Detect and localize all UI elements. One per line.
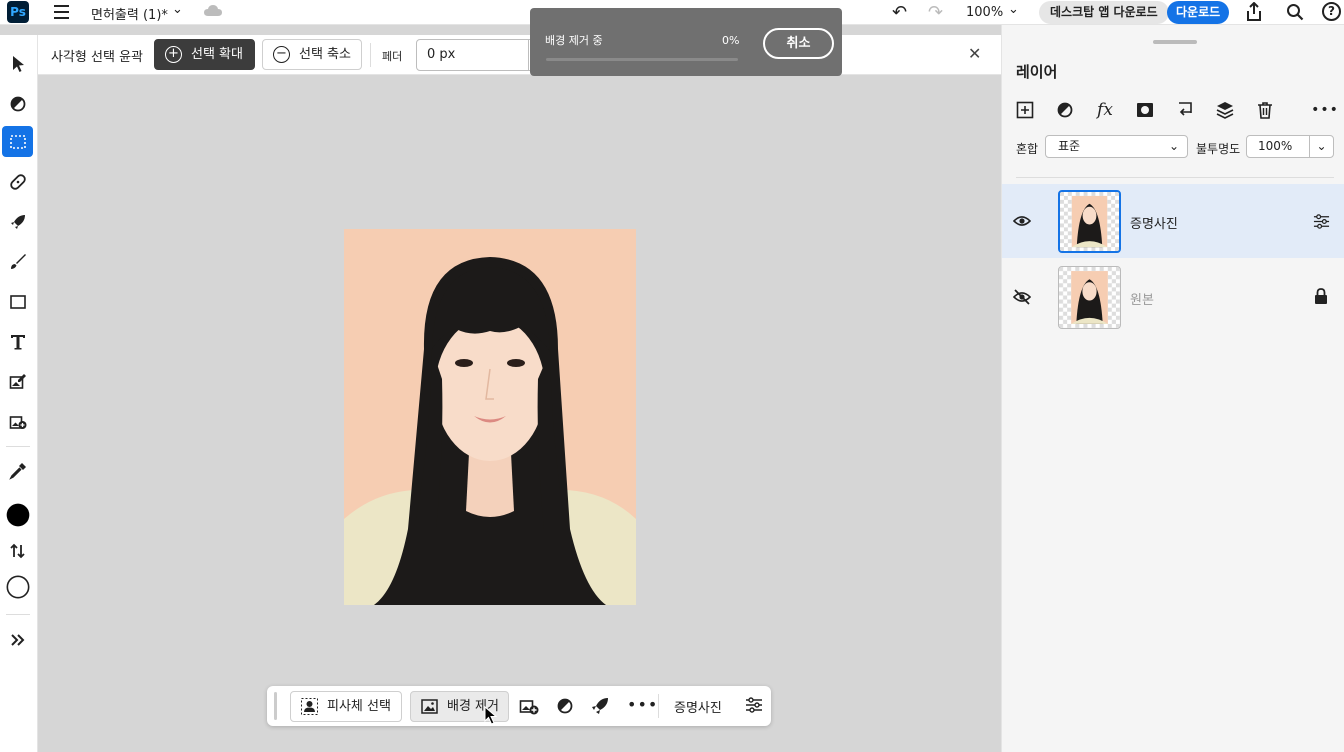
close-icon[interactable]: ✕ bbox=[968, 44, 981, 63]
clipping-mask-icon[interactable] bbox=[1174, 99, 1196, 121]
layers-panel: 레이어 fx ••• 혼합 표준 ⌄ 불투명도 100% ⌄ 증명사진 원본 bbox=[1001, 25, 1344, 752]
layer-row[interactable]: 원본 bbox=[1002, 260, 1344, 334]
select-subject-button[interactable]: 피사체 선택 bbox=[290, 691, 402, 722]
search-icon[interactable] bbox=[1286, 3, 1304, 21]
swap-colors-icon[interactable] bbox=[2, 535, 33, 566]
type-tool-icon[interactable] bbox=[2, 326, 33, 357]
zoom-level[interactable]: 100% bbox=[966, 5, 1003, 20]
healing-brush-icon[interactable] bbox=[2, 166, 33, 197]
eye-hidden-icon[interactable] bbox=[1013, 288, 1031, 306]
menu-icon[interactable] bbox=[54, 5, 69, 19]
redo-icon[interactable]: ↷ bbox=[928, 2, 943, 23]
progress-percent: 0% bbox=[722, 34, 740, 47]
layer-properties-icon[interactable] bbox=[1313, 213, 1330, 230]
opacity-dropdown-icon[interactable]: ⌄ bbox=[1309, 135, 1334, 158]
download-button[interactable]: 다운로드 bbox=[1167, 1, 1230, 24]
contract-selection-button[interactable]: − 선택 축소 bbox=[262, 39, 362, 70]
left-toolbar bbox=[0, 35, 38, 752]
move-tool-icon[interactable] bbox=[2, 48, 33, 79]
layer-thumbnail bbox=[1058, 190, 1121, 253]
lock-icon[interactable] bbox=[1314, 288, 1328, 304]
layer-name[interactable]: 원본 bbox=[1130, 289, 1154, 308]
layer-stack-icon[interactable] bbox=[1214, 99, 1236, 121]
adjustment-icon[interactable] bbox=[555, 696, 575, 716]
eye-icon[interactable] bbox=[1013, 212, 1031, 230]
toolbar-divider bbox=[6, 446, 30, 447]
share-icon[interactable] bbox=[1245, 2, 1263, 22]
active-layer-name[interactable]: 증명사진 bbox=[674, 697, 722, 716]
cancel-button[interactable]: 취소 bbox=[763, 28, 834, 59]
toolbar-divider bbox=[6, 614, 30, 615]
minus-circle-icon: − bbox=[273, 46, 290, 63]
foreground-color-swatch[interactable] bbox=[2, 499, 33, 530]
marquee-tool-icon[interactable] bbox=[2, 126, 33, 157]
brush-tool-icon[interactable] bbox=[2, 246, 33, 277]
panel-divider bbox=[1016, 177, 1334, 178]
more-options-icon[interactable]: ••• bbox=[627, 695, 658, 714]
layer-actions: fx ••• bbox=[1014, 99, 1338, 123]
quick-action-icon[interactable] bbox=[2, 206, 33, 237]
tool-name-label: 사각형 선택 윤곽 bbox=[51, 50, 143, 65]
adjustment-layer-icon[interactable] bbox=[1054, 99, 1076, 121]
quick-action-icon[interactable] bbox=[590, 696, 610, 716]
layer-name[interactable]: 증명사진 bbox=[1130, 213, 1178, 232]
panel-grip[interactable] bbox=[1153, 40, 1197, 44]
select-subject-icon bbox=[301, 698, 318, 715]
help-icon[interactable]: ? bbox=[1322, 2, 1341, 21]
layer-effects-icon[interactable]: fx bbox=[1094, 99, 1116, 121]
shape-tool-icon[interactable] bbox=[2, 286, 33, 317]
mouse-cursor-icon bbox=[484, 706, 498, 725]
canvas-image[interactable] bbox=[344, 229, 636, 605]
eyedropper-icon[interactable] bbox=[2, 455, 33, 486]
undo-icon[interactable]: ↶ bbox=[892, 2, 907, 23]
tool-options-bar: 사각형 선택 윤곽 +선택 확대 −선택 축소 페더 0 px ⌄ ✕ bbox=[38, 35, 1001, 75]
opacity-label: 불투명도 bbox=[1196, 142, 1241, 156]
blend-mode-select[interactable]: 표준 ⌄ bbox=[1045, 135, 1188, 158]
task-bar-divider bbox=[658, 694, 659, 718]
contextual-task-bar: 피사체 선택 배경 제거 ••• 증명사진 bbox=[267, 686, 771, 726]
portrait-photo bbox=[344, 229, 636, 605]
generate-image-icon[interactable] bbox=[519, 696, 539, 716]
progress-title: 배경 제거 중 bbox=[545, 34, 603, 47]
cloud-sync-icon bbox=[204, 5, 222, 16]
chevron-down-icon: ⌄ bbox=[1168, 139, 1179, 153]
feather-label: 페더 bbox=[382, 50, 403, 63]
photoshop-logo: Ps bbox=[7, 1, 29, 23]
image-icon bbox=[421, 699, 438, 714]
layer-properties-icon[interactable] bbox=[745, 696, 763, 714]
place-image-icon[interactable] bbox=[2, 406, 33, 437]
more-options-icon[interactable]: ••• bbox=[1311, 99, 1338, 121]
options-divider bbox=[370, 43, 371, 67]
zoom-chevron-icon[interactable]: ⌄ bbox=[1008, 2, 1019, 17]
add-layer-icon[interactable] bbox=[1014, 99, 1036, 121]
layer-thumbnail bbox=[1058, 266, 1121, 329]
chevron-down-icon[interactable]: ⌄ bbox=[172, 2, 183, 17]
layer-row[interactable]: 증명사진 bbox=[1002, 184, 1344, 258]
document-title[interactable]: 면허출력 (1)* bbox=[91, 4, 168, 23]
progress-bar bbox=[546, 58, 738, 61]
blend-mode-label: 혼합 bbox=[1016, 142, 1039, 156]
generative-fill-icon[interactable] bbox=[2, 366, 33, 397]
opacity-input[interactable]: 100% bbox=[1246, 135, 1310, 158]
adjustment-tool-icon[interactable] bbox=[2, 88, 33, 119]
trash-icon[interactable] bbox=[1254, 99, 1276, 121]
panel-title: 레이어 bbox=[1016, 63, 1058, 81]
expand-toolbar-icon[interactable] bbox=[2, 624, 33, 655]
drag-handle[interactable] bbox=[274, 692, 277, 720]
plus-circle-icon: + bbox=[165, 46, 182, 63]
background-color-swatch[interactable] bbox=[2, 571, 33, 602]
desktop-app-download-button[interactable]: 데스크탑 앱 다운로드 bbox=[1039, 1, 1169, 24]
remove-background-progress-toast: 배경 제거 중 0% 취소 bbox=[530, 8, 842, 76]
feather-input[interactable]: 0 px bbox=[416, 39, 529, 71]
layer-mask-icon[interactable] bbox=[1134, 99, 1156, 121]
expand-selection-button[interactable]: + 선택 확대 bbox=[154, 39, 255, 70]
